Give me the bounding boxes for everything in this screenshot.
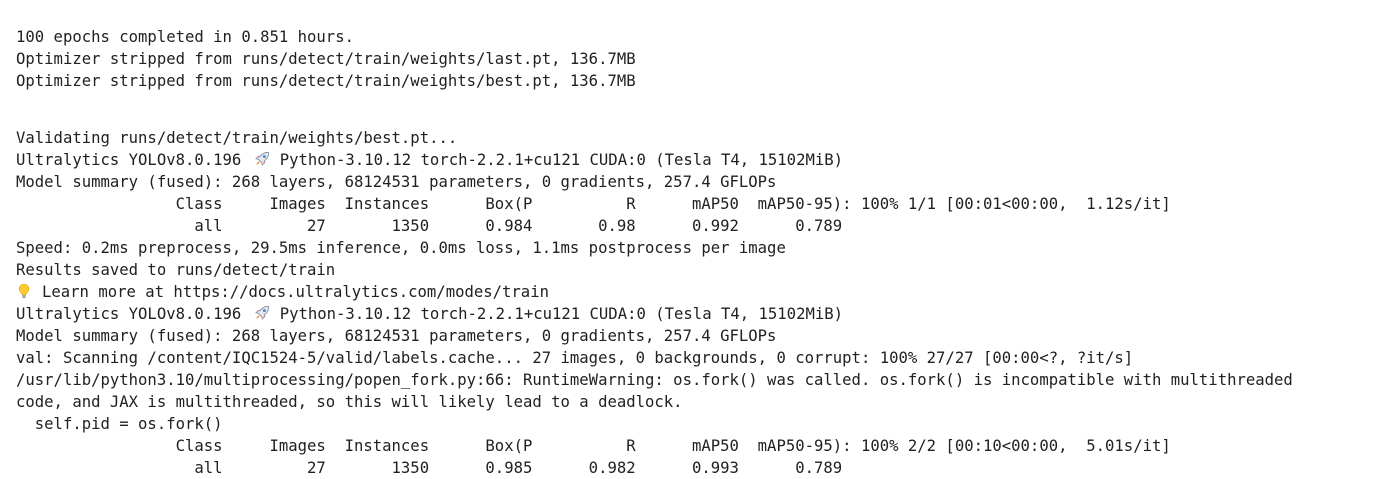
val-scanning-line: val: Scanning /content/IQC1524-5/valid/l…: [16, 349, 1134, 367]
console-output: 100 epochs completed in 0.851 hours. Opt…: [16, 26, 1394, 479]
learn-more-text: Learn more at https://docs.ultralytics.c…: [42, 283, 549, 301]
optimizer-stripped-best-line: Optimizer stripped from runs/detect/trai…: [16, 72, 636, 90]
speed-line: Speed: 0.2ms preprocess, 29.5ms inferenc…: [16, 239, 786, 257]
environment-details: Python-3.10.12 torch-2.2.1+cu121 CUDA:0 …: [279, 151, 844, 169]
model-summary-line: Model summary (fused): 268 layers, 68124…: [16, 173, 777, 191]
metrics-row-all: all 27 1350 0.984 0.98 0.992 0.789: [16, 217, 843, 235]
traceback-source-line: self.pid = os.fork(): [16, 415, 223, 433]
environment-line: Ultralytics YOLOv8.0.196 Python-3.10.12 …: [16, 149, 1394, 171]
notebook-cell-output: { "output": { "epochs_done": "100 epochs…: [0, 0, 1394, 477]
blank-gap: [16, 114, 1394, 127]
environment-line: Ultralytics YOLOv8.0.196 Python-3.10.12 …: [16, 303, 1394, 325]
metrics-row-all: all 27 1350 0.985 0.982 0.993 0.789: [16, 459, 843, 477]
runtime-warning-line: /usr/lib/python3.10/multiprocessing/pope…: [16, 371, 1293, 389]
model-summary-line: Model summary (fused): 268 layers, 68124…: [16, 327, 777, 345]
optimizer-stripped-last-line: Optimizer stripped from runs/detect/trai…: [16, 50, 636, 68]
epochs-completed-line: 100 epochs completed in 0.851 hours.: [16, 28, 354, 46]
environment-details: Python-3.10.12 torch-2.2.1+cu121 CUDA:0 …: [279, 305, 844, 323]
learn-more-line: Learn more at https://docs.ultralytics.c…: [16, 281, 1394, 303]
results-saved-line: Results saved to runs/detect/train: [16, 261, 336, 279]
environment-prefix: Ultralytics YOLOv8.0.196: [16, 151, 251, 169]
rocket-icon: [254, 305, 273, 321]
metrics-header-line: Class Images Instances Box(P R mAP50 mAP…: [16, 195, 1171, 213]
lightbulb-icon: [16, 283, 35, 299]
environment-prefix: Ultralytics YOLOv8.0.196: [16, 305, 251, 323]
validating-line: Validating runs/detect/train/weights/bes…: [16, 129, 458, 147]
runtime-warning-continuation: code, and JAX is multithreaded, so this …: [16, 393, 683, 411]
rocket-icon: [254, 151, 273, 167]
metrics-header-line: Class Images Instances Box(P R mAP50 mAP…: [16, 437, 1171, 455]
